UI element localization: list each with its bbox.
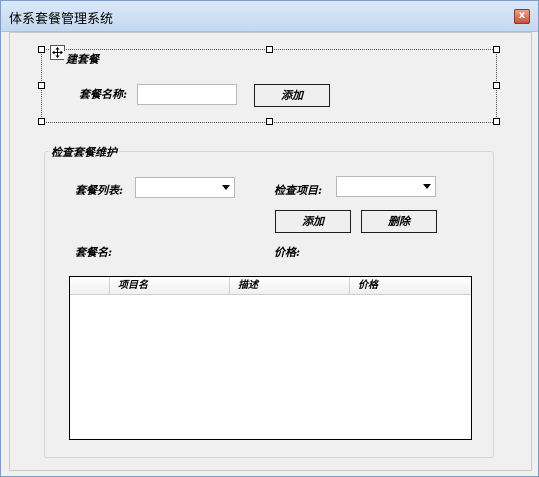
form-client-area: 建套餐 套餐名称: 添加 检查套餐维护 套餐列表: 检查项目: 添加 删除 套餐… (9, 32, 532, 471)
column-header-price[interactable]: 价格 (350, 277, 471, 294)
package-list-label: 套餐列表: (75, 184, 124, 197)
chevron-down-icon (222, 185, 230, 190)
maintain-group-title: 检查套餐维护 (49, 144, 119, 160)
add-item-button[interactable]: 添加 (275, 210, 351, 233)
column-header-description[interactable]: 描述 (230, 277, 350, 294)
package-name-display-label: 套餐名: (75, 246, 113, 259)
price-label: 价格: (274, 246, 301, 259)
create-group-title: 建套餐 (64, 51, 101, 67)
create-package-group: 建套餐 套餐名称: 添加 (43, 51, 495, 121)
chevron-down-icon (423, 184, 431, 189)
main-window: 体系套餐管理系统 x 建套餐 套餐名称: 添加 检查套餐维护 套餐列表: 检查项… (0, 0, 539, 477)
add-package-button[interactable]: 添加 (254, 84, 330, 107)
check-items-grid[interactable]: 项目名 描述 价格 (69, 276, 472, 440)
maintain-package-group: 检查套餐维护 套餐列表: 检查项目: 添加 删除 套餐名: 价格: 项目名 描述 (44, 144, 494, 458)
window-title: 体系套餐管理系统 (9, 12, 114, 27)
close-button[interactable]: x (514, 9, 530, 24)
delete-item-button[interactable]: 删除 (361, 210, 437, 233)
package-name-label: 套餐名称: (79, 88, 128, 101)
grid-header: 项目名 描述 价格 (70, 277, 471, 295)
grid-row-header-corner (70, 277, 110, 294)
package-list-dropdown[interactable] (135, 177, 235, 198)
title-bar[interactable]: 体系套餐管理系统 x (1, 1, 538, 32)
check-item-label: 检查项目: (274, 184, 323, 197)
package-name-input[interactable] (137, 84, 237, 105)
column-header-item-name[interactable]: 项目名 (110, 277, 230, 294)
check-item-dropdown[interactable] (336, 176, 436, 197)
